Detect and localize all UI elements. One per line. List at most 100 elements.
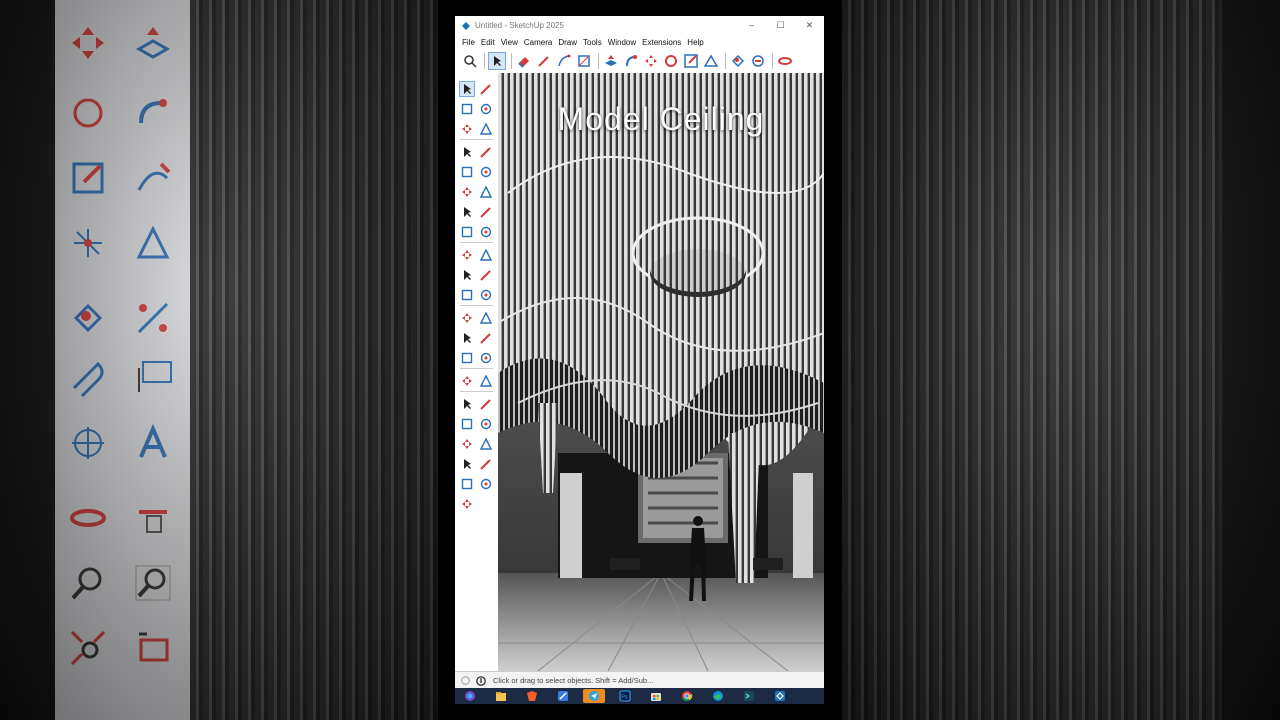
- text-icon[interactable]: [478, 330, 494, 346]
- toolbar-separator: [460, 305, 493, 306]
- orbit-icon[interactable]: [478, 456, 494, 472]
- previous-icon[interactable]: [478, 416, 494, 432]
- rectangle-icon[interactable]: [575, 52, 593, 70]
- axes-icon[interactable]: [459, 310, 475, 326]
- pan-icon[interactable]: [459, 476, 475, 492]
- 3dtext-icon[interactable]: [478, 350, 494, 366]
- toolbar-separator: [460, 139, 493, 140]
- followme-icon[interactable]: [622, 52, 640, 70]
- sketchup-logo-icon: [462, 21, 470, 30]
- app-icon[interactable]: [552, 689, 574, 703]
- overlay-title: Model Ceiling: [557, 101, 765, 137]
- pencil-icon[interactable]: [535, 52, 553, 70]
- tag-icon[interactable]: [478, 121, 494, 137]
- move-icon[interactable]: [459, 247, 475, 263]
- minimize-icon[interactable]: –: [737, 20, 766, 31]
- line-icon[interactable]: [459, 144, 475, 160]
- select-icon[interactable]: [488, 52, 506, 70]
- copilot-icon[interactable]: [459, 689, 481, 703]
- section-icon[interactable]: [749, 52, 767, 70]
- sketchup-icon[interactable]: [769, 689, 791, 703]
- edge-icon[interactable]: [707, 689, 729, 703]
- dimension-icon[interactable]: [459, 350, 475, 366]
- polygon-icon[interactable]: [478, 184, 494, 200]
- info-icon[interactable]: [475, 675, 487, 687]
- offset-icon[interactable]: [478, 287, 494, 303]
- menu-tools[interactable]: Tools: [583, 38, 602, 47]
- arc-icon[interactable]: [459, 204, 475, 220]
- taskbar: Ps: [455, 688, 824, 704]
- menu-file[interactable]: File: [462, 38, 475, 47]
- maximize-icon[interactable]: ☐: [766, 20, 795, 31]
- zoom-icon[interactable]: [459, 396, 475, 412]
- model-viewport[interactable]: Model Ceiling: [498, 73, 824, 671]
- section-icon[interactable]: [459, 373, 475, 389]
- paint-icon[interactable]: [729, 52, 747, 70]
- arc-icon[interactable]: [555, 52, 573, 70]
- search-icon[interactable]: [461, 52, 479, 70]
- menu-extensions[interactable]: Extensions: [642, 38, 681, 47]
- toolbar-separator: [460, 242, 493, 243]
- paint-icon[interactable]: [459, 101, 475, 117]
- menu-edit[interactable]: Edit: [481, 38, 495, 47]
- rotated-rect-icon[interactable]: [478, 164, 494, 180]
- background-left-panel: [0, 0, 438, 720]
- scale-icon[interactable]: [459, 287, 475, 303]
- background-right-panel: [842, 0, 1280, 720]
- select-icon[interactable]: [459, 81, 475, 97]
- store-icon[interactable]: [645, 689, 667, 703]
- freehand-icon[interactable]: [478, 144, 494, 160]
- menu-draw[interactable]: Draw: [558, 38, 577, 47]
- terminal-icon[interactable]: [738, 689, 760, 703]
- measure-icon[interactable]: [776, 52, 794, 70]
- offset-icon[interactable]: [702, 52, 720, 70]
- rotate-icon[interactable]: [459, 267, 475, 283]
- left-toolbar: [455, 73, 499, 671]
- pushpull-icon[interactable]: [478, 247, 494, 263]
- arc3-icon[interactable]: [478, 224, 494, 240]
- menu-window[interactable]: Window: [608, 38, 636, 47]
- section-fill-icon[interactable]: [478, 373, 494, 389]
- chrome-icon[interactable]: [676, 689, 698, 703]
- photoshop-icon[interactable]: Ps: [614, 689, 636, 703]
- help-icon[interactable]: [459, 675, 471, 687]
- menu-bar: File Edit View Camera Draw Tools Window …: [455, 35, 824, 49]
- walk-icon[interactable]: [478, 436, 494, 452]
- pie-icon[interactable]: [478, 204, 494, 220]
- menu-help[interactable]: Help: [687, 38, 703, 47]
- zoom-window-icon[interactable]: [478, 396, 494, 412]
- title-bar: Untitled - SketchUp 2025 – ☐ ✕: [455, 16, 824, 35]
- pushpull-icon[interactable]: [602, 52, 620, 70]
- telegram-icon[interactable]: [583, 689, 605, 703]
- status-text: Click or drag to select objects. Shift =…: [493, 676, 654, 685]
- tape-icon[interactable]: [478, 310, 494, 326]
- look-around-icon[interactable]: [459, 456, 475, 472]
- move-icon[interactable]: [642, 52, 660, 70]
- toolbar-separator: [460, 368, 493, 369]
- followme-icon[interactable]: [478, 267, 494, 283]
- lasso-icon[interactable]: [478, 81, 494, 97]
- menu-view[interactable]: View: [501, 38, 518, 47]
- top-toolbar: [455, 49, 824, 74]
- rotate-icon[interactable]: [662, 52, 680, 70]
- eraser-icon[interactable]: [515, 52, 533, 70]
- scale-icon[interactable]: [682, 52, 700, 70]
- rectangle-icon[interactable]: [459, 164, 475, 180]
- component-icon[interactable]: [459, 121, 475, 137]
- styles-icon[interactable]: [478, 476, 494, 492]
- eraser-icon[interactable]: [478, 101, 494, 117]
- arc2-icon[interactable]: [459, 224, 475, 240]
- zoom-extents-icon[interactable]: [459, 416, 475, 432]
- scenes-icon[interactable]: [459, 496, 475, 512]
- brave-icon[interactable]: [521, 689, 543, 703]
- window-title: Untitled - SketchUp 2025: [475, 21, 564, 30]
- sketchup-window: Untitled - SketchUp 2025 – ☐ ✕ File Edit…: [455, 16, 824, 704]
- protractor-icon[interactable]: [459, 330, 475, 346]
- circle-icon[interactable]: [459, 184, 475, 200]
- close-icon[interactable]: ✕: [795, 20, 824, 31]
- position-camera-icon[interactable]: [459, 436, 475, 452]
- menu-camera[interactable]: Camera: [524, 38, 552, 47]
- window-body: Model Ceiling: [455, 73, 824, 671]
- file-explorer-icon[interactable]: [490, 689, 512, 703]
- ceiling-render-image: [498, 73, 824, 671]
